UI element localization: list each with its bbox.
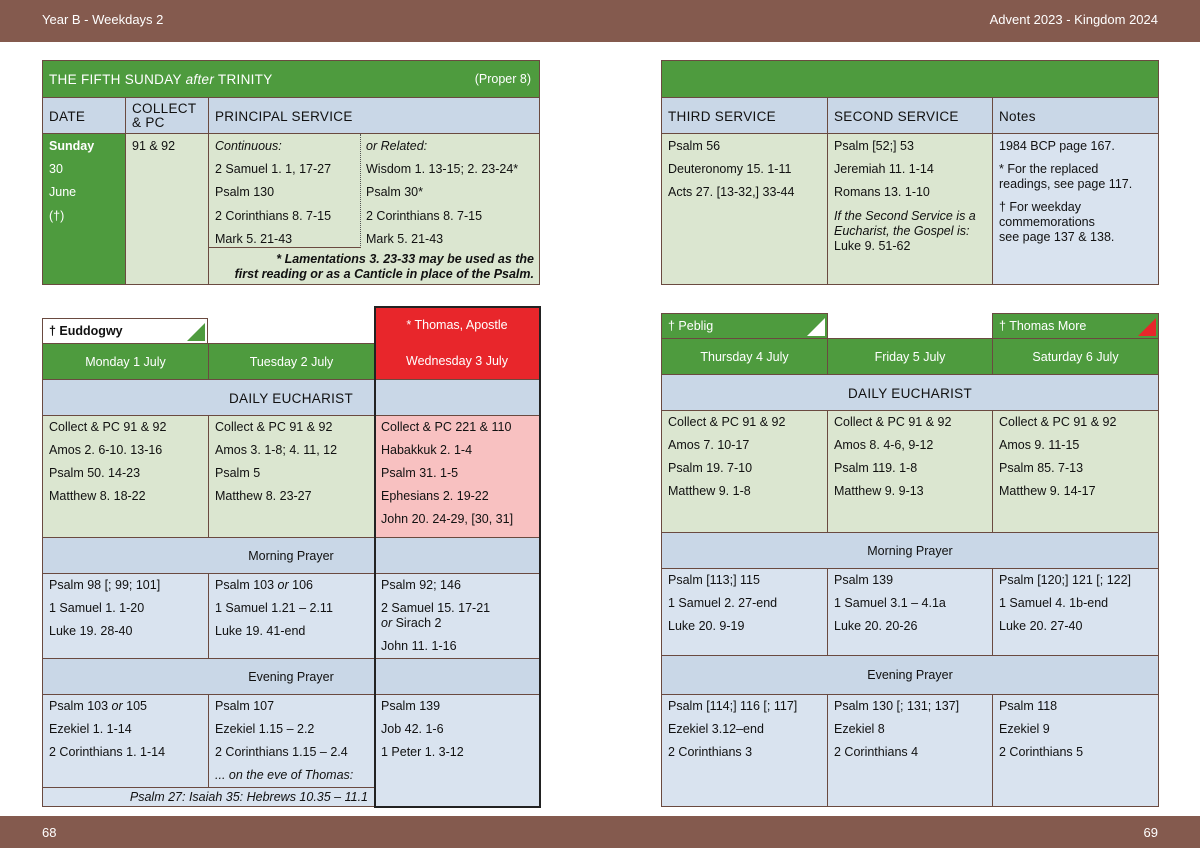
header-right: Advent 2023 - Kingdom 2024 (989, 12, 1158, 27)
eucharist-tuesday: Collect & PC 91 & 92 Amos 3. 1-8; 4. 11,… (208, 415, 375, 538)
page-number-left: 68 (42, 825, 57, 840)
related-label: or Related: (366, 139, 428, 153)
collect-header: COLLECT & PC (125, 97, 209, 134)
principal-header: PRINCIPAL SERVICE (208, 97, 540, 134)
eve-of-thomas-label: ... on the eve of Thomas: (215, 768, 354, 782)
day-tuesday: Tuesday 2 July (208, 343, 375, 380)
evening-tuesday: Psalm 107 Ezekiel 1.15 – 2.2 2 Corinthia… (208, 694, 375, 788)
day-wednesday: Wednesday 3 July (406, 354, 508, 368)
notes-header: Notes (992, 97, 1159, 134)
morning-monday: Psalm 98 [; 99; 101] 1 Samuel 1. 1-20 Lu… (42, 573, 209, 659)
evening-wednesday: Psalm 139 Job 42. 1-6 1 Peter 1. 3-12 (374, 694, 540, 807)
eucharist-thursday: Collect & PC 91 & 92 Amos 7. 10-17 Psalm… (661, 410, 828, 533)
page-header: Year B - Weekdays 2 Advent 2023 - Kingdo… (0, 0, 1200, 42)
page-number-right: 69 (1143, 825, 1158, 840)
commemoration-wednesday: * Thomas, Apostle Wednesday 3 July (374, 306, 540, 380)
column-divider (360, 134, 361, 248)
proper-label: (Proper 8) (474, 72, 531, 86)
date-header: DATE (42, 97, 126, 134)
eucharist-wednesday: Collect & PC 221 & 110 Habakkuk 2. 1-4 P… (374, 415, 540, 538)
morning-saturday: Psalm [120;] 121 [; 122] 1 Samuel 4. 1b-… (992, 568, 1159, 656)
day-friday: Friday 5 July (827, 338, 993, 375)
day-saturday: Saturday 6 July (992, 338, 1159, 375)
sunday-title-bar: THE FIFTH SUNDAY after TRINITY (Proper 8… (42, 60, 540, 98)
eucharist-saturday: Collect & PC 91 & 92 Amos 9. 11-15 Psalm… (992, 410, 1159, 533)
morning-prayer-header-left: Morning Prayer (42, 537, 540, 574)
red-corner-icon (1138, 318, 1156, 336)
eucharist-friday: Collect & PC 91 & 92 Amos 8. 4-6, 9-12 P… (827, 410, 993, 533)
evening-monday: Psalm 103 or 105 Ezekiel 1. 1-14 2 Corin… (42, 694, 209, 788)
footnote-line-1: * Lamentations 3. 23-33 may be used as t… (276, 252, 534, 266)
daily-eucharist-header-left: DAILY EUCHARIST (42, 379, 540, 416)
green-corner-icon (187, 323, 205, 341)
evening-friday: Psalm 130 [; 131; 137] Ezekiel 8 2 Corin… (827, 694, 993, 807)
morning-friday: Psalm 139 1 Samuel 3.1 – 4.1a Luke 20. 2… (827, 568, 993, 656)
commemoration-monday: † Euddogwy (42, 318, 208, 344)
notes-cell: 1984 BCP page 167. * For the replaced re… (992, 133, 1159, 285)
sunday-collect-cell: 91 & 92 (125, 133, 209, 285)
morning-tuesday: Psalm 103 or 106 1 Samuel 1.21 – 2.11 Lu… (208, 573, 375, 659)
page-footer: 68 69 (0, 816, 1200, 848)
morning-wednesday: Psalm 92; 146 2 Samuel 15. 17-21 or Sira… (374, 573, 540, 659)
header-left: Year B - Weekdays 2 (42, 12, 164, 27)
day-monday: Monday 1 July (42, 343, 209, 380)
sunday-title: THE FIFTH SUNDAY after TRINITY (49, 72, 273, 87)
footnote-line-2: first reading or as a Canticle in place … (234, 267, 534, 281)
evening-saturday: Psalm 118 Ezekiel 9 2 Corinthians 5 (992, 694, 1159, 807)
white-corner-icon (807, 318, 825, 336)
third-service-readings: Psalm 56 Deuteronomy 15. 1-11 Acts 27. [… (661, 133, 828, 285)
continuous-underline (209, 247, 361, 248)
morning-prayer-header-right: Morning Prayer (661, 532, 1159, 569)
evening-prayer-header-right: Evening Prayer (661, 655, 1159, 695)
second-service-readings: Psalm [52;] 53 Jeremiah 11. 1-14 Romans … (827, 133, 993, 285)
morning-thursday: Psalm [113;] 115 1 Samuel 2. 27-end Luke… (661, 568, 828, 656)
services-title-bar (661, 60, 1159, 98)
commemoration-saturday: † Thomas More (992, 313, 1159, 339)
principal-readings: Continuous: 2 Samuel 1. 1, 17-27 Psalm 1… (208, 133, 540, 285)
eucharist-monday: Collect & PC 91 & 92 Amos 2. 6-10. 13-16… (42, 415, 209, 538)
daily-eucharist-header-right: DAILY EUCHARIST (661, 374, 1159, 411)
day-thursday: Thursday 4 July (661, 338, 828, 375)
continuous-label: Continuous: (215, 139, 282, 153)
second-service-header: SECOND SERVICE (827, 97, 993, 134)
evening-prayer-header-left: Evening Prayer (42, 658, 540, 695)
sunday-date-cell: Sunday 30 June (†) (42, 133, 126, 285)
evening-thursday: Psalm [114;] 116 [; 117] Ezekiel 3.12–en… (661, 694, 828, 807)
commemoration-thursday: † Peblig (661, 313, 828, 339)
eve-readings-row: Psalm 27: Isaiah 35: Hebrews 10.35 – 11.… (42, 787, 375, 807)
third-service-header: THIRD SERVICE (661, 97, 828, 134)
